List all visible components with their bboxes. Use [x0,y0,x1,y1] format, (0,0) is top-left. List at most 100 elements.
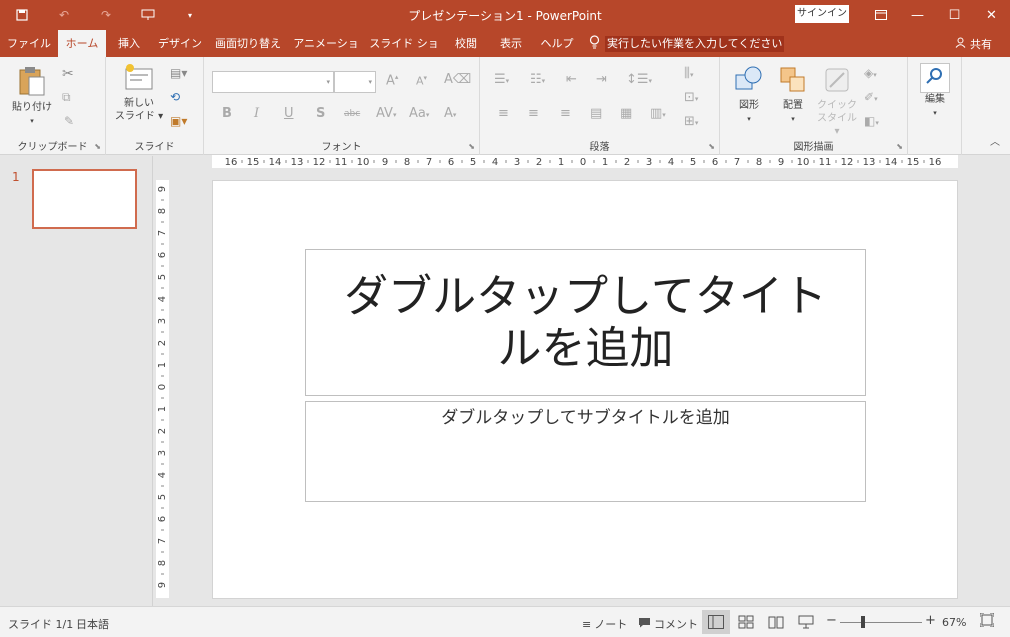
tab-home[interactable]: ホーム [58,30,106,57]
normal-view-icon[interactable] [702,610,730,634]
horizontal-ruler-ticks: 16 15 14 13 12 11 10 9 8 7 6 5 4 3 2 1 0 1 2 3 4 5 6 7 8 9 10 11 12 1… [225,157,942,168]
ruler-v-tick [161,199,164,201]
justify-icon[interactable]: ▤ [590,106,602,121]
minimize-icon[interactable]: — [899,0,936,30]
signin-button[interactable]: サインイン [795,5,849,23]
font-color-icon[interactable]: A▾ [444,106,456,121]
section-icon[interactable]: ▣▾ [170,114,187,128]
align-right-icon[interactable]: ≡ [560,106,571,121]
ruler-v-tick [161,397,164,399]
slideshow-view-icon[interactable] [792,610,820,634]
ruler-h-label: 5 [690,157,696,168]
ruler-v-label: 6 [157,516,168,522]
text-direction-icon[interactable]: ⫼▾ [684,66,694,81]
language-indicator[interactable]: 日本語 [76,616,109,632]
zoom-level[interactable]: 67% [942,616,966,629]
increase-indent-icon[interactable]: ⇥ [596,72,607,87]
new-slide-button[interactable]: 新しい スライド ▾ [114,63,164,123]
change-case-icon[interactable]: Aa▾ [409,106,429,121]
zoom-slider-track[interactable] [840,622,922,623]
zoom-slider-thumb[interactable] [861,616,865,628]
tab-insert[interactable]: 挿入 [108,30,150,57]
font-name-combo[interactable]: ▾ [212,71,334,93]
tab-slideshow[interactable]: スライド ショー [366,30,442,77]
ribbon-display-icon[interactable] [862,0,899,30]
shape-outline-icon[interactable]: ✐▾ [864,90,878,104]
clipboard-launcher-icon[interactable]: ⬊ [94,142,101,151]
shapes-button[interactable]: 図形 ▾ [728,65,770,126]
font-launcher-icon[interactable]: ⬊ [468,142,475,151]
layout-icon[interactable]: ▤▾ [170,66,187,80]
tab-animations[interactable]: アニメーション [288,30,364,77]
cut-icon[interactable]: ✂ [62,66,74,82]
tab-help[interactable]: ヘルプ [534,30,580,57]
thumbnail-number: 1 [12,170,20,184]
notes-button[interactable]: ≡ ノート [582,616,627,632]
slide-sorter-icon[interactable] [732,610,760,634]
drawing-launcher-icon[interactable]: ⬊ [896,142,903,151]
reading-view-icon[interactable] [762,610,790,634]
underline-icon[interactable]: U [284,106,294,121]
quick-styles-button[interactable]: クイック スタイル ▾ [814,65,860,138]
subtitle-placeholder[interactable]: ダブルタップしてサブタイトルを追加 [305,401,866,502]
ruler-h-tick [329,160,331,163]
align-text-icon[interactable]: ⊡▾ [684,90,698,105]
tell-me-input[interactable]: 実行したい作業を入力してください [605,36,785,52]
decrease-indent-icon[interactable]: ⇤ [566,72,577,87]
tab-review[interactable]: 校閲 [444,30,488,57]
line-spacing-icon[interactable]: ↕☰▾ [626,72,652,87]
ruler-v-label: 8 [157,560,168,566]
italic-icon[interactable]: I [254,106,259,121]
ruler-v-label: 2 [157,340,168,346]
tab-transitions[interactable]: 画面切り替え [210,30,286,57]
clear-format-icon[interactable]: A⌫ [444,72,471,87]
arrange-button[interactable]: 配置 ▾ [772,65,814,126]
copy-icon[interactable]: ⧉ [62,90,71,105]
paragraph-launcher-icon[interactable]: ⬊ [708,142,715,151]
decrease-font-icon[interactable]: A▾ [416,74,427,88]
zoom-out-icon[interactable]: − [826,613,837,628]
strikethrough-icon[interactable]: abc [344,109,360,119]
bullets-icon[interactable]: ☰▾ [494,72,509,87]
paste-button[interactable]: 貼り付け ▾ [10,65,54,128]
reset-slide-icon[interactable]: ⟲ [170,90,180,104]
increase-font-icon[interactable]: A▴ [386,73,398,88]
editing-button[interactable]: 編集 ▾ [914,63,956,120]
collapse-ribbon-icon[interactable]: ︿ [990,133,1000,148]
smartart-icon[interactable]: ⊞▾ [684,114,698,129]
slides-group-label: スライド [134,142,175,153]
columns-icon[interactable]: ▥▾ [650,106,666,121]
font-size-combo[interactable]: ▾ [334,71,376,93]
format-painter-icon[interactable]: ✎ [64,114,74,128]
bold-icon[interactable]: B [222,106,232,121]
find-icon [920,63,950,93]
tell-me-search[interactable]: 実行したい作業を入力してください [589,35,785,53]
shadow-icon[interactable]: S [316,106,325,121]
numbering-icon[interactable]: ☷▾ [530,72,545,87]
zoom-in-icon[interactable]: + [925,613,936,628]
slide-canvas[interactable]: ダブルタップしてタイトルを追加 ダブルタップしてサブタイトルを追加 [212,180,958,599]
align-left-icon[interactable]: ≡ [498,106,509,121]
share-button[interactable]: 共有 [955,36,992,52]
ruler-h-label: 2 [536,157,542,168]
close-icon[interactable]: ✕ [973,0,1010,30]
ruler-h-label: 13 [863,157,876,168]
ruler-v-tick [161,529,164,531]
title-placeholder[interactable]: ダブルタップしてタイトルを追加 [305,249,866,396]
shape-fill-icon[interactable]: ◈▾ [864,66,877,80]
slide-thumbnail[interactable] [32,169,137,229]
maximize-icon[interactable]: ☐ [936,0,973,30]
distributed-icon[interactable]: ▦ [620,106,632,121]
fit-to-window-icon[interactable] [979,612,995,630]
tab-file[interactable]: ファイル [0,30,58,57]
ruler-v-label: 9 [157,186,168,192]
char-spacing-icon[interactable]: AV▾ [376,106,396,121]
comments-button[interactable]: コメント [638,616,698,632]
ruler-h-label: 10 [357,157,370,168]
tab-design[interactable]: デザイン [152,30,208,57]
shape-effects-icon[interactable]: ◧▾ [864,114,879,128]
title-bar: ↶ ↷ ▾ プレゼンテーション1 - PowerPoint サインイン — ☐ … [0,0,1010,30]
paste-icon [17,65,47,101]
align-center-icon[interactable]: ≡ [528,106,539,121]
tab-view[interactable]: 表示 [490,30,532,57]
